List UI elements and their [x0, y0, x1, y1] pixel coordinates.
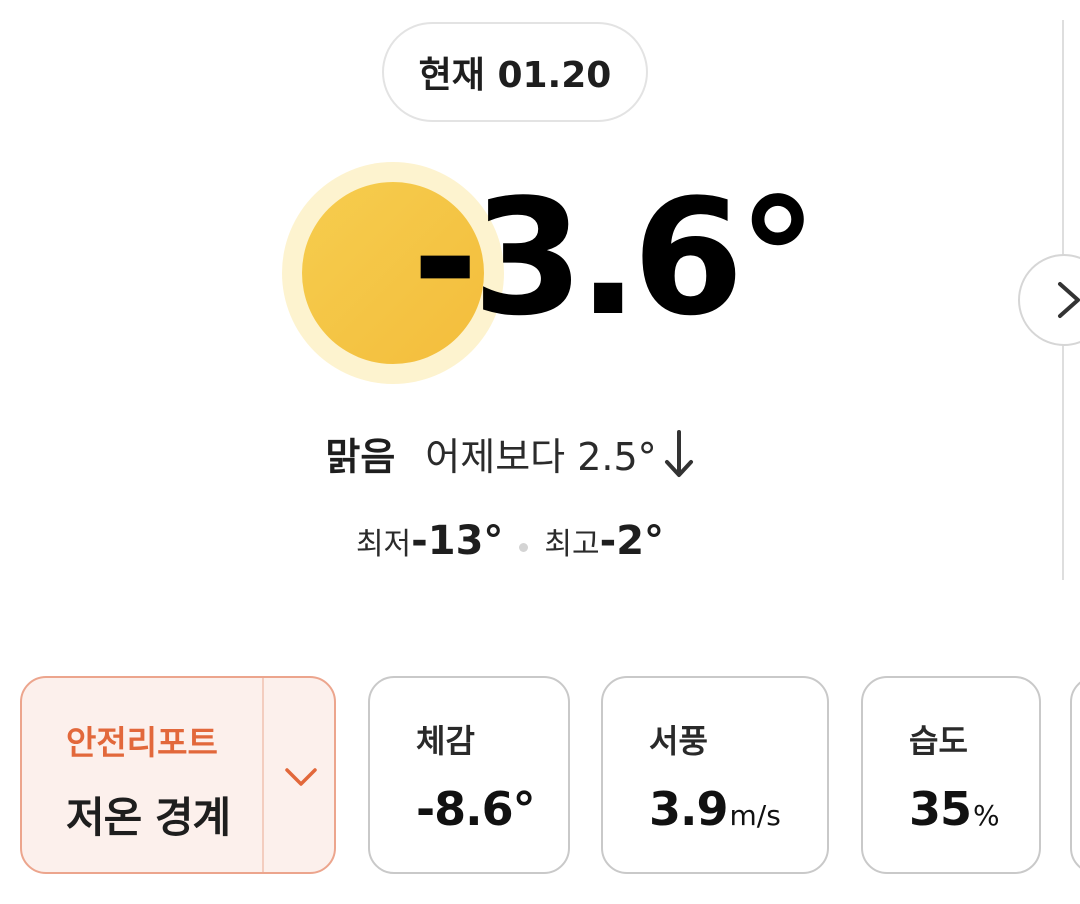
condition-row: 맑음 어제보다 2.5° [0, 426, 1020, 481]
low-label: 최저 [355, 527, 412, 562]
next-info-card[interactable] [1070, 676, 1080, 874]
safety-report-value: 저온 경계 [66, 793, 231, 842]
wind-value-row: 3.9m/s [649, 782, 781, 836]
high-value: -2° [599, 518, 665, 564]
humidity-value: 35 [909, 782, 972, 836]
current-date-badge: 현재 01.20 [382, 22, 648, 122]
humidity-unit: % [973, 799, 1000, 832]
safety-report-card[interactable]: 안전리포트 저온 경계 [20, 676, 336, 874]
weather-page: 현재 01.20 -3.6° 맑음 어제보다 2.5° 최저 -13° 최고 -… [0, 0, 1080, 904]
wind-title: 서풍 [649, 722, 708, 760]
arrow-down-icon [664, 429, 693, 477]
feels-like-value: -8.6° [416, 782, 536, 836]
separator-dot [519, 542, 529, 552]
humidity-card[interactable]: 습도 35% [861, 676, 1041, 874]
safety-card-divider [262, 678, 264, 872]
humidity-title: 습도 [909, 722, 968, 760]
yesterday-comparison: 어제보다 2.5° [425, 435, 657, 479]
low-value: -13° [411, 518, 504, 564]
wind-value: 3.9 [649, 782, 728, 836]
min-max-row: 최저 -13° 최고 -2° [0, 518, 1020, 564]
humidity-value-row: 35% [909, 782, 1000, 836]
feels-like-title: 체감 [416, 722, 475, 760]
weather-condition: 맑음 [325, 435, 396, 479]
high-label: 최고 [544, 527, 600, 562]
wind-card[interactable]: 서풍 3.9m/s [601, 676, 829, 874]
current-temperature: -3.6° [412, 164, 818, 351]
feels-like-card[interactable]: 체감 -8.6° [368, 676, 570, 874]
chevron-right-icon [1058, 282, 1080, 318]
next-page-button[interactable] [1018, 254, 1080, 346]
chevron-down-icon[interactable] [284, 766, 318, 788]
wind-unit: m/s [729, 799, 781, 832]
safety-report-title: 안전리포트 [66, 723, 218, 762]
current-date-label: 현재 01.20 [418, 55, 612, 96]
